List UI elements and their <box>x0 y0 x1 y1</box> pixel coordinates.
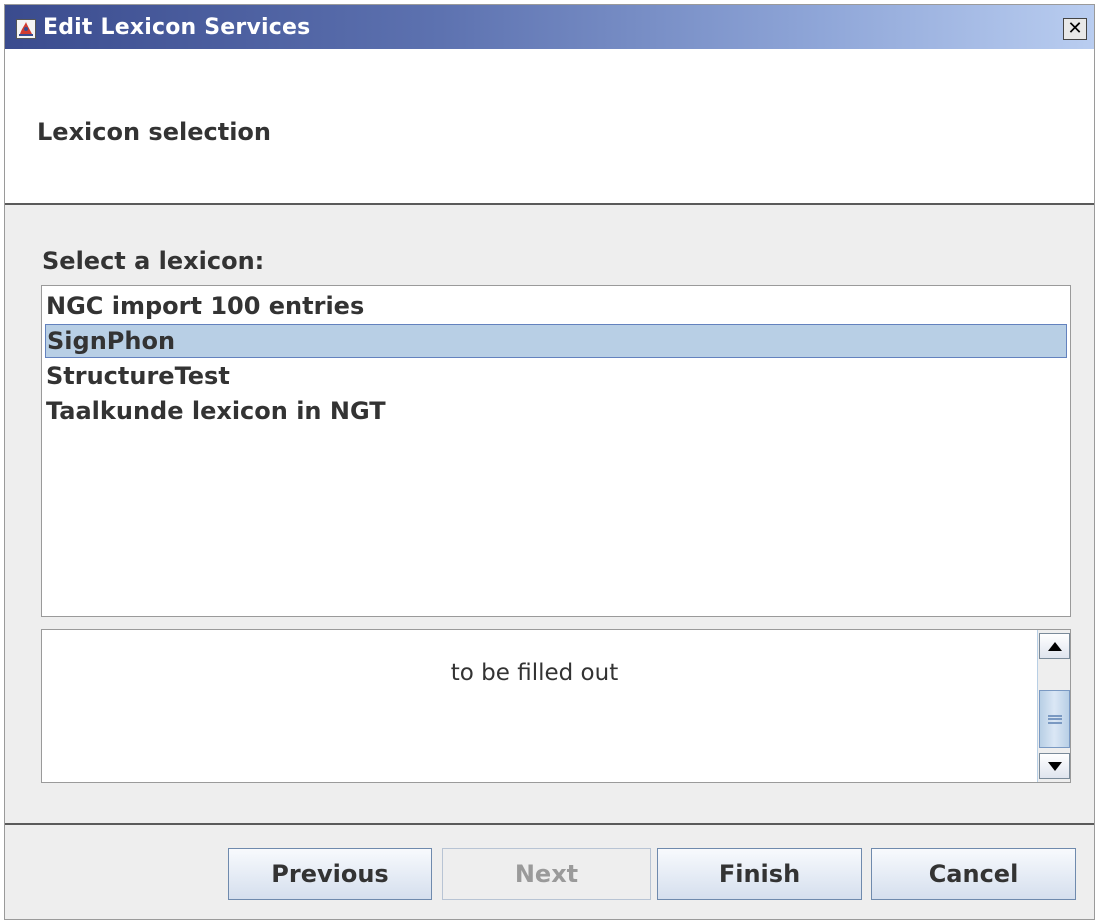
lexicon-description-area[interactable]: to be filled out <box>41 629 1071 783</box>
description-scrollbar[interactable] <box>1037 630 1070 782</box>
close-button[interactable]: ✕ <box>1063 18 1087 40</box>
lexicon-item-structuretest[interactable]: StructureTest <box>45 359 1067 393</box>
finish-button[interactable]: Finish <box>657 848 862 900</box>
next-button[interactable]: Next <box>442 848 651 900</box>
scroll-up-button[interactable] <box>1039 633 1070 659</box>
step-title: Lexicon selection <box>37 118 271 146</box>
close-icon: ✕ <box>1067 18 1083 39</box>
arrow-up-icon <box>1047 641 1062 651</box>
lexicon-item-ngc-import[interactable]: NGC import 100 entries <box>45 289 1067 323</box>
scroll-thumb[interactable] <box>1039 690 1070 748</box>
lexicon-description-text: to be filled out <box>450 660 619 686</box>
lexicon-list[interactable]: NGC import 100 entries SignPhon Structur… <box>41 285 1071 617</box>
wizard-header: Lexicon selection <box>5 49 1094 205</box>
scroll-down-button[interactable] <box>1039 753 1070 779</box>
previous-button[interactable]: Previous <box>228 848 432 900</box>
cancel-button[interactable]: Cancel <box>871 848 1076 900</box>
dialog-window: Edit Lexicon Services ✕ Lexicon selectio… <box>4 4 1095 920</box>
lexicon-item-signphon[interactable]: SignPhon <box>45 324 1067 358</box>
arrow-down-icon <box>1047 761 1062 771</box>
lexicon-item-taalkunde[interactable]: Taalkunde lexicon in NGT <box>45 394 1067 428</box>
grip-icon <box>1047 714 1062 724</box>
button-bar-separator <box>5 823 1094 825</box>
lexicon-list-label: Select a lexicon: <box>42 247 265 275</box>
java-app-icon <box>16 19 36 39</box>
window-title: Edit Lexicon Services <box>43 15 311 40</box>
title-bar[interactable]: Edit Lexicon Services ✕ <box>5 5 1094 49</box>
